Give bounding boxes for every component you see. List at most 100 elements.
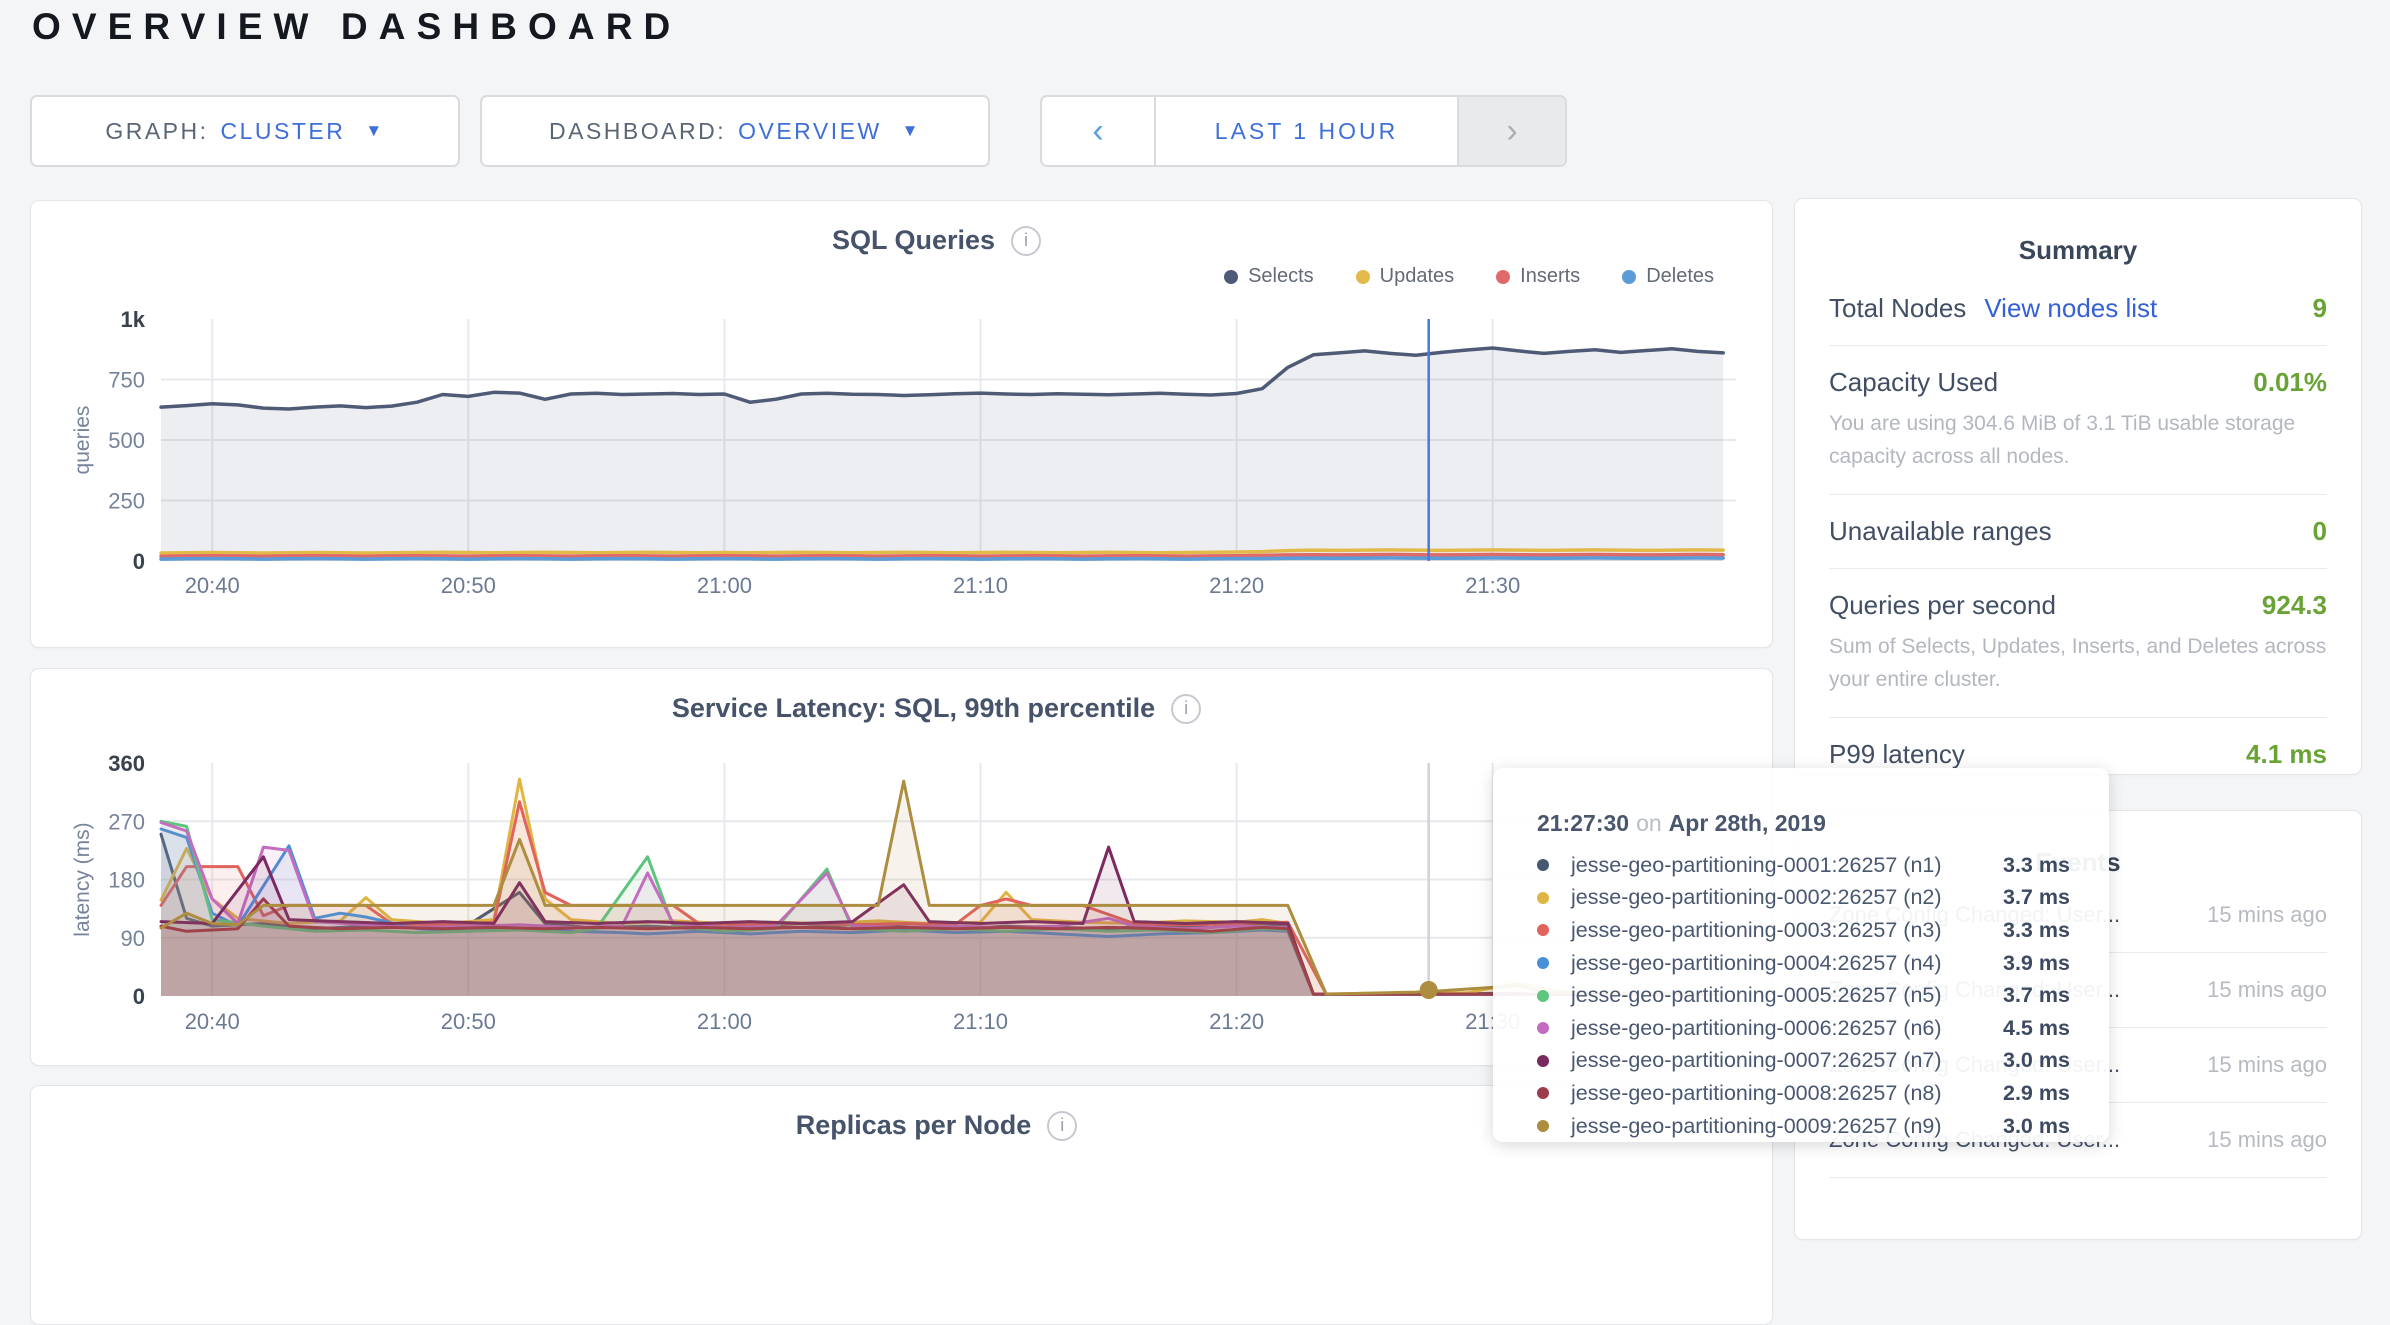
tooltip-node-name: jesse-geo-partitioning-0007:26257 (n7)	[1571, 1048, 2003, 1073]
total-nodes-label: Total Nodes	[1829, 293, 1966, 324]
tooltip-row: jesse-geo-partitioning-0005:26257 (n5)3.…	[1537, 979, 2069, 1012]
tooltip-node-name: jesse-geo-partitioning-0006:26257 (n6)	[1571, 1016, 2003, 1041]
tooltip-node-value: 3.0 ms	[2003, 1114, 2070, 1139]
tooltip-row: jesse-geo-partitioning-0003:26257 (n3)3.…	[1537, 914, 2069, 947]
svg-text:latency (ms): latency (ms)	[71, 822, 94, 936]
svg-text:250: 250	[108, 489, 145, 514]
tooltip-node-value: 3.3 ms	[2003, 853, 2070, 878]
graph-dropdown-value: CLUSTER	[221, 118, 346, 145]
svg-text:21:10: 21:10	[953, 573, 1008, 598]
svg-text:0: 0	[133, 549, 145, 574]
chevron-left-icon: ‹	[1092, 112, 1103, 151]
tooltip-node-name: jesse-geo-partitioning-0005:26257 (n5)	[1571, 983, 2003, 1008]
tooltip-node-name: jesse-geo-partitioning-0003:26257 (n3)	[1571, 918, 2003, 943]
sql-queries-card: SQL Queries i SelectsUpdatesInsertsDelet…	[30, 200, 1773, 648]
chevron-down-icon: ▼	[365, 121, 384, 141]
tooltip-node-value: 2.9 ms	[2003, 1081, 2070, 1106]
svg-text:0: 0	[133, 984, 145, 1009]
node-color-dot-icon	[1537, 990, 1549, 1002]
time-next-button-disabled[interactable]: ›	[1457, 97, 1565, 165]
svg-text:20:40: 20:40	[185, 573, 240, 598]
dashboard-dropdown-label: DASHBOARD:	[549, 118, 726, 145]
capacity-used-description: You are using 304.6 MiB of 3.1 TiB usabl…	[1829, 408, 2327, 473]
tooltip-row: jesse-geo-partitioning-0007:26257 (n7)3.…	[1537, 1045, 2069, 1078]
tooltip-node-value: 3.9 ms	[2003, 951, 2070, 976]
capacity-used-value: 0.01%	[2253, 367, 2327, 398]
tooltip-node-value: 3.7 ms	[2003, 885, 2070, 910]
svg-text:500: 500	[108, 428, 145, 453]
tooltip-row: jesse-geo-partitioning-0001:26257 (n1)3.…	[1537, 849, 2069, 882]
node-color-dot-icon	[1537, 1120, 1549, 1132]
info-icon[interactable]: i	[1047, 1111, 1077, 1141]
node-color-dot-icon	[1537, 957, 1549, 969]
time-range-button[interactable]: LAST 1 HOUR	[1156, 97, 1457, 165]
svg-text:21:30: 21:30	[1465, 573, 1520, 598]
svg-text:21:00: 21:00	[697, 573, 752, 598]
event-time-ago: 15 mins ago	[2202, 1051, 2327, 1080]
svg-text:21:00: 21:00	[697, 1009, 752, 1034]
node-color-dot-icon	[1537, 859, 1549, 871]
queries-per-second-description: Sum of Selects, Updates, Inserts, and De…	[1829, 631, 2327, 696]
page-title: OVERVIEW DASHBOARD	[32, 6, 681, 48]
svg-text:750: 750	[108, 368, 145, 393]
svg-text:360: 360	[108, 751, 145, 776]
tooltip-row: jesse-geo-partitioning-0002:26257 (n2)3.…	[1537, 882, 2069, 915]
svg-text:21:20: 21:20	[1209, 1009, 1264, 1034]
tooltip-node-name: jesse-geo-partitioning-0004:26257 (n4)	[1571, 951, 2003, 976]
unavailable-ranges-value: 0	[2313, 516, 2327, 547]
svg-text:21:10: 21:10	[953, 1009, 1008, 1034]
graph-dropdown-label: GRAPH:	[105, 118, 208, 145]
tooltip-node-value: 3.7 ms	[2003, 983, 2070, 1008]
time-range-selector: ‹ LAST 1 HOUR ›	[1040, 95, 1567, 167]
tooltip-rows: jesse-geo-partitioning-0001:26257 (n1)3.…	[1537, 849, 2069, 1142]
chevron-right-icon: ›	[1506, 112, 1517, 151]
graph-dropdown[interactable]: GRAPH: CLUSTER ▼	[30, 95, 460, 167]
unavailable-ranges-label: Unavailable ranges	[1829, 516, 2052, 547]
queries-per-second-value: 924.3	[2262, 590, 2327, 621]
sql-queries-chart[interactable]: 0 250 500 750 1k 20:40 20:50 21:00 21:10 21:20 21:…	[31, 201, 1774, 649]
svg-text:1k: 1k	[121, 307, 146, 332]
tooltip-node-name: jesse-geo-partitioning-0008:26257 (n8)	[1571, 1081, 2003, 1106]
node-color-dot-icon	[1537, 1087, 1549, 1099]
time-prev-button[interactable]: ‹	[1042, 97, 1156, 165]
dashboard-dropdown-value: OVERVIEW	[738, 118, 882, 145]
chevron-down-icon: ▼	[902, 121, 921, 141]
tooltip-row: jesse-geo-partitioning-0004:26257 (n4)3.…	[1537, 947, 2069, 980]
view-nodes-list-link[interactable]: View nodes list	[1984, 293, 2157, 324]
p99-latency-label: P99 latency	[1829, 739, 1965, 770]
p99-latency-value: 4.1 ms	[2246, 739, 2327, 770]
total-nodes-value: 9	[2313, 293, 2327, 324]
event-time-ago: 15 mins ago	[2202, 1126, 2327, 1155]
node-color-dot-icon	[1537, 924, 1549, 936]
svg-text:20:50: 20:50	[441, 1009, 496, 1034]
summary-panel: Summary Total Nodes View nodes list 9 Ca…	[1794, 198, 2362, 775]
tooltip-node-value: 3.3 ms	[2003, 918, 2070, 943]
tooltip-row: jesse-geo-partitioning-0006:26257 (n6)4.…	[1537, 1012, 2069, 1045]
svg-text:20:50: 20:50	[441, 573, 496, 598]
svg-text:90: 90	[121, 926, 145, 951]
node-color-dot-icon	[1537, 892, 1549, 904]
svg-text:180: 180	[108, 868, 145, 893]
capacity-used-label: Capacity Used	[1829, 367, 1998, 398]
svg-text:270: 270	[108, 809, 145, 834]
node-color-dot-icon	[1537, 1022, 1549, 1034]
tooltip-row: jesse-geo-partitioning-0008:26257 (n8)2.…	[1537, 1077, 2069, 1110]
event-time-ago: 15 mins ago	[2202, 976, 2327, 1005]
chart-title: Replicas per Node	[796, 1110, 1032, 1141]
tooltip-node-name: jesse-geo-partitioning-0001:26257 (n1)	[1571, 853, 2003, 878]
summary-title: Summary	[1795, 235, 2361, 266]
svg-text:20:40: 20:40	[185, 1009, 240, 1034]
queries-per-second-label: Queries per second	[1829, 590, 2056, 621]
tooltip-node-value: 4.5 ms	[2003, 1016, 2070, 1041]
svg-text:21:20: 21:20	[1209, 573, 1264, 598]
tooltip-node-name: jesse-geo-partitioning-0002:26257 (n2)	[1571, 885, 2003, 910]
tooltip-node-name: jesse-geo-partitioning-0009:26257 (n9)	[1571, 1114, 2003, 1139]
event-time-ago: 15 mins ago	[2202, 901, 2327, 930]
tooltip-timestamp: 21:27:30onApr 28th, 2019	[1537, 810, 2069, 837]
node-color-dot-icon	[1537, 1055, 1549, 1067]
chart-hover-tooltip: 21:27:30onApr 28th, 2019 jesse-geo-parti…	[1493, 768, 2109, 1142]
tooltip-node-value: 3.0 ms	[2003, 1048, 2070, 1073]
tooltip-row: jesse-geo-partitioning-0009:26257 (n9)3.…	[1537, 1110, 2069, 1143]
dashboard-dropdown[interactable]: DASHBOARD: OVERVIEW ▼	[480, 95, 990, 167]
svg-text:queries: queries	[71, 406, 94, 475]
